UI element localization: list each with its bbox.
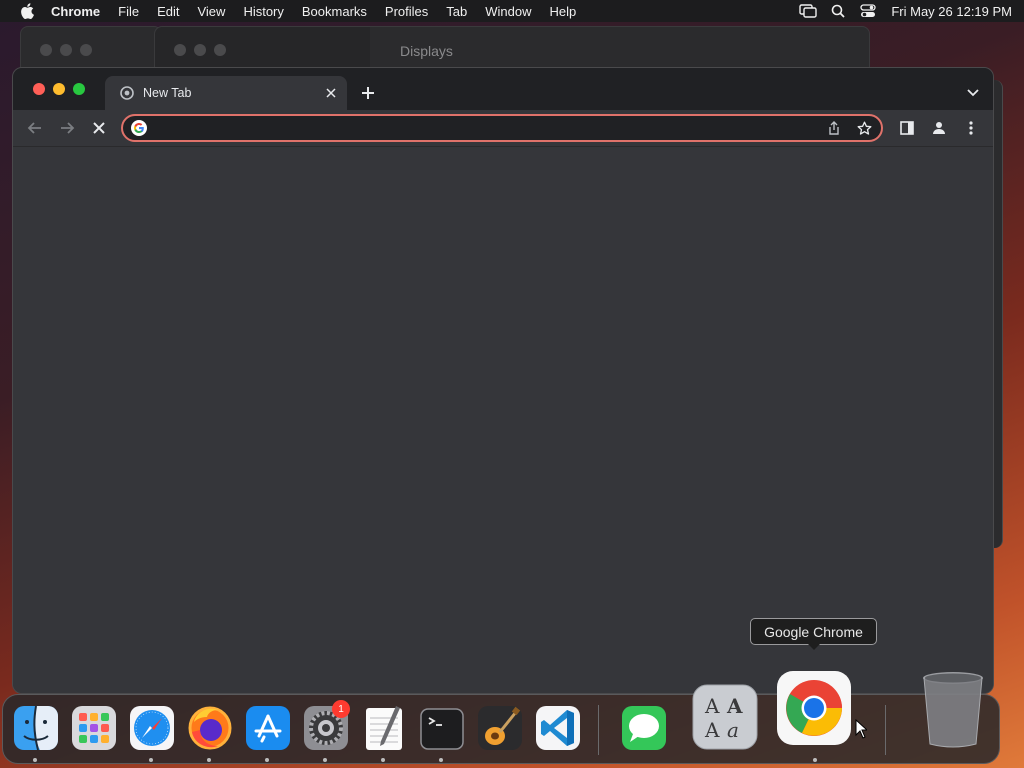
chrome-logo-icon bbox=[786, 680, 842, 736]
bg-minimize-icon bbox=[60, 44, 72, 56]
dock-terminal[interactable] bbox=[416, 702, 468, 754]
launchpad-icon bbox=[72, 706, 116, 750]
menu-tab[interactable]: Tab bbox=[437, 4, 476, 19]
system-settings-running-dot bbox=[323, 758, 327, 762]
dock-separator-1 bbox=[598, 705, 599, 755]
google-g-icon bbox=[131, 120, 147, 136]
stop-loading-icon[interactable] bbox=[89, 118, 109, 138]
back-arrow-icon[interactable] bbox=[25, 118, 45, 138]
tab-title: New Tab bbox=[143, 86, 192, 100]
menu-bar: Chrome File Edit View History Bookmarks … bbox=[0, 0, 1024, 22]
page-content[interactable] bbox=[13, 147, 993, 693]
background-window-title: Displays bbox=[400, 43, 453, 59]
dock-vscode[interactable] bbox=[532, 702, 584, 754]
tab-new-tab[interactable]: New Tab bbox=[105, 76, 347, 110]
status-area: Fri May 26 12:19 PM bbox=[793, 0, 1012, 22]
dock-textedit[interactable] bbox=[358, 702, 410, 754]
dock-separator-2 bbox=[885, 705, 886, 755]
bg2-minimize-icon bbox=[194, 44, 206, 56]
mouse-pointer-icon bbox=[855, 719, 867, 739]
control-center-icon[interactable] bbox=[853, 0, 883, 22]
profile-avatar-icon[interactable] bbox=[929, 118, 949, 138]
omnibox-input[interactable] bbox=[153, 117, 823, 139]
forward-arrow-icon[interactable] bbox=[57, 118, 77, 138]
browser-window: New Tab bbox=[12, 67, 994, 694]
menu-profiles[interactable]: Profiles bbox=[376, 4, 437, 19]
dock-tooltip: Google Chrome bbox=[750, 618, 877, 650]
app-store-icon bbox=[246, 706, 290, 750]
dock-garageband[interactable] bbox=[474, 702, 526, 754]
vscode-icon bbox=[536, 706, 580, 750]
bg2-close-icon bbox=[174, 44, 186, 56]
tab-strip: New Tab bbox=[13, 68, 993, 110]
apple-menu-icon[interactable] bbox=[20, 3, 34, 19]
bg-zoom-icon bbox=[80, 44, 92, 56]
firefox-running-dot bbox=[207, 758, 211, 762]
textedit-icon bbox=[366, 706, 402, 750]
dock: AAAa bbox=[2, 671, 1000, 764]
safari-icon bbox=[130, 706, 174, 750]
terminal-icon bbox=[420, 708, 464, 750]
browser-toolbar bbox=[13, 110, 993, 147]
font-book-icon: A AA a bbox=[692, 684, 758, 750]
bookmark-star-icon[interactable] bbox=[853, 117, 875, 139]
textedit-running-dot bbox=[381, 758, 385, 762]
chrome-favicon-icon bbox=[119, 85, 135, 101]
trash-icon bbox=[923, 672, 983, 748]
menu-window[interactable]: Window bbox=[476, 4, 540, 19]
bg2-zoom-icon bbox=[214, 44, 226, 56]
menu-history[interactable]: History bbox=[234, 4, 292, 19]
dock-app-store[interactable] bbox=[242, 702, 294, 754]
menu-app-name[interactable]: Chrome bbox=[51, 4, 109, 19]
svg-text:a: a bbox=[727, 718, 739, 742]
bg-sidebar bbox=[155, 27, 370, 67]
menu-edit[interactable]: Edit bbox=[148, 4, 188, 19]
new-tab-button[interactable] bbox=[358, 83, 378, 103]
dock-font-book[interactable]: AAAa bbox=[691, 683, 759, 751]
share-icon[interactable] bbox=[823, 117, 845, 139]
system-settings-notification-badge: 1 bbox=[332, 700, 350, 718]
menu-help[interactable]: Help bbox=[541, 4, 586, 19]
messages-icon bbox=[622, 706, 666, 750]
zoom-window-icon[interactable] bbox=[73, 83, 85, 95]
side-panel-icon[interactable] bbox=[897, 118, 917, 138]
minimize-window-icon[interactable] bbox=[53, 83, 65, 95]
firefox-icon bbox=[188, 706, 232, 750]
dock-trash[interactable] bbox=[919, 669, 987, 751]
dock-firefox[interactable] bbox=[184, 702, 236, 754]
screen-mirroring-icon[interactable] bbox=[793, 0, 823, 22]
tab-search-chevron-icon[interactable] bbox=[965, 85, 981, 101]
terminal-running-dot bbox=[439, 758, 443, 762]
tab-close-icon[interactable] bbox=[323, 85, 339, 101]
dock-safari[interactable] bbox=[126, 702, 178, 754]
dock-launchpad[interactable] bbox=[68, 702, 120, 754]
spotlight-search-icon[interactable] bbox=[823, 0, 853, 22]
more-menu-icon[interactable] bbox=[961, 118, 981, 138]
app-store-running-dot bbox=[265, 758, 269, 762]
menu-bookmarks[interactable]: Bookmarks bbox=[293, 4, 376, 19]
svg-text:A: A bbox=[704, 718, 720, 742]
garageband-guitar-icon bbox=[478, 706, 522, 750]
dock-messages[interactable] bbox=[618, 702, 670, 754]
menu-clock[interactable]: Fri May 26 12:19 PM bbox=[891, 4, 1012, 19]
finder-icon bbox=[14, 705, 58, 751]
menu-file[interactable]: File bbox=[109, 4, 148, 19]
dock-finder[interactable] bbox=[10, 702, 62, 754]
menu-view[interactable]: View bbox=[188, 4, 234, 19]
svg-text:A: A bbox=[704, 694, 720, 718]
close-window-icon[interactable] bbox=[33, 83, 45, 95]
chrome-running-dot bbox=[813, 758, 817, 762]
bg-close-icon bbox=[40, 44, 52, 56]
svg-text:A: A bbox=[726, 694, 743, 718]
safari-running-dot bbox=[149, 758, 153, 762]
dock-google-chrome[interactable] bbox=[777, 671, 851, 745]
address-bar[interactable] bbox=[121, 114, 883, 142]
finder-running-dot bbox=[33, 758, 37, 762]
